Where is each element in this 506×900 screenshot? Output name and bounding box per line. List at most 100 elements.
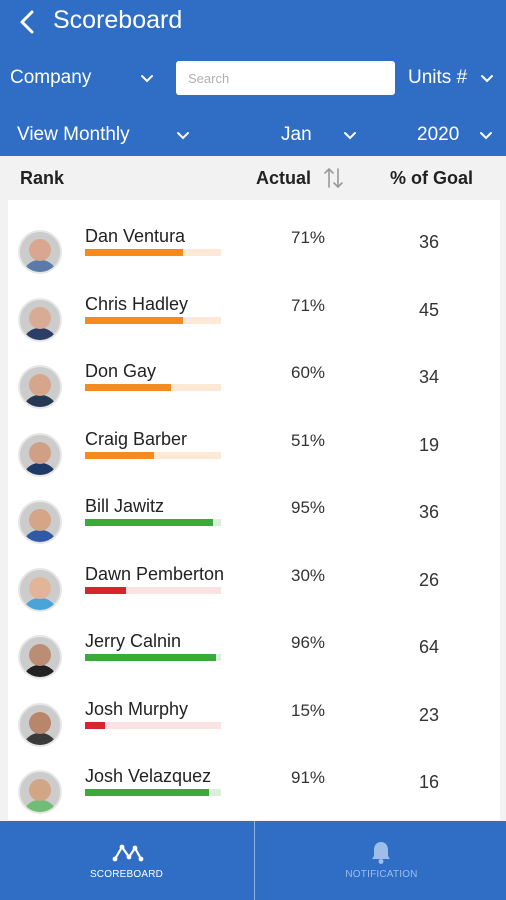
row-name: Josh Murphy — [85, 698, 189, 719]
table-row[interactable]: Josh Murphy 15% 23 — [8, 699, 500, 767]
avatar-body — [23, 665, 57, 677]
avatar — [18, 297, 62, 342]
nav-notification[interactable]: NOTIFICATION — [255, 821, 506, 900]
avatar-body — [23, 732, 57, 745]
progress-bar — [85, 451, 221, 459]
table-row[interactable]: Dawn Pemberton 30% 26 — [8, 564, 500, 632]
row-goal: 23 — [418, 704, 440, 725]
avatar — [18, 365, 62, 409]
year-dropdown[interactable]: 2020 — [417, 124, 459, 146]
avatar-body — [23, 260, 57, 272]
progress-fill — [85, 384, 171, 391]
filter-row-period: View Monthly Jan 2020 — [0, 116, 506, 154]
avatar — [18, 432, 62, 477]
avatar-face — [29, 306, 51, 329]
row-goal: 45 — [418, 299, 440, 320]
column-header-actual[interactable]: Actual — [256, 168, 311, 189]
avatar-face — [29, 644, 51, 666]
row-goal: 26 — [418, 569, 440, 590]
search-placeholder: Search — [188, 70, 230, 86]
nav-label-scoreboard: SCOREBOARD — [89, 869, 164, 880]
table-row[interactable]: Craig Barber 51% 19 — [8, 429, 500, 497]
row-goal: 16 — [418, 772, 440, 792]
scoreboard-list[interactable]: Dan Ventura 71% 36 Chris Hadley 71% 45 Don Gay… — [8, 200, 500, 820]
row-name: Chris Hadley — [85, 293, 189, 314]
row-actual: 60% — [290, 363, 326, 382]
progress-bar — [85, 586, 221, 594]
row-name: Dawn Pemberton — [85, 563, 225, 584]
nav-scoreboard[interactable]: SCOREBOARD — [0, 821, 253, 900]
view-dropdown[interactable]: View Monthly — [17, 124, 130, 146]
row-goal: 36 — [418, 232, 440, 252]
avatar — [18, 702, 62, 747]
filter-row-company: Company Search Units # — [0, 60, 506, 98]
scoreboard-graph-icon — [112, 844, 144, 862]
avatar — [18, 635, 62, 679]
avatar-body — [23, 530, 57, 542]
row-actual: 15% — [290, 700, 326, 720]
month-dropdown[interactable]: Jan — [281, 124, 312, 146]
progress-fill — [85, 721, 106, 729]
row-name: Craig Barber — [85, 428, 188, 449]
avatar-face — [29, 576, 51, 599]
bottom-nav: SCOREBOARD NOTIFICATION — [0, 821, 506, 900]
row-goal: 64 — [418, 637, 440, 657]
progress-fill — [85, 316, 183, 324]
row-name: Josh Velazquez — [85, 766, 212, 786]
progress-bar — [85, 316, 221, 324]
avatar-body — [23, 597, 57, 610]
chevron-down-icon[interactable] — [176, 131, 190, 141]
progress-fill — [85, 654, 216, 661]
chevron-down-icon[interactable] — [479, 131, 493, 141]
chevron-down-icon[interactable] — [343, 131, 357, 141]
chevron-down-icon[interactable] — [480, 74, 494, 84]
search-input[interactable]: Search — [176, 61, 395, 95]
table-row[interactable]: Bill Jawitz 95% 36 — [8, 496, 500, 564]
avatar-body — [23, 395, 57, 407]
avatar — [18, 230, 62, 274]
progress-bar — [85, 249, 221, 256]
company-dropdown[interactable]: Company — [10, 67, 91, 89]
progress-fill — [85, 249, 183, 256]
avatar-body — [23, 462, 57, 475]
row-actual: 96% — [290, 633, 326, 652]
row-actual: 91% — [290, 768, 326, 787]
row-name: Bill Jawitz — [85, 496, 165, 516]
avatar-face — [29, 239, 51, 261]
progress-bar — [85, 654, 221, 661]
chevron-left-icon[interactable] — [16, 8, 40, 36]
row-name: Jerry Calnin — [85, 631, 182, 651]
row-name: Dan Ventura — [85, 226, 186, 246]
row-name: Don Gay — [85, 361, 157, 381]
page-title: Scoreboard — [53, 6, 183, 34]
chevron-down-icon[interactable] — [140, 74, 154, 84]
row-actual: 95% — [290, 498, 326, 517]
row-goal: 36 — [418, 502, 440, 522]
avatar-face — [29, 374, 51, 396]
units-dropdown[interactable]: Units # — [408, 67, 467, 89]
progress-bar — [85, 384, 221, 391]
avatar-face — [29, 441, 51, 464]
avatar — [18, 770, 62, 814]
avatar-face — [29, 711, 51, 734]
avatar-face — [29, 509, 51, 531]
app-header: Scoreboard Company Search Units # View M… — [0, 0, 506, 156]
progress-fill — [85, 451, 155, 459]
progress-fill — [85, 519, 213, 526]
progress-bar — [85, 721, 221, 729]
table-row[interactable]: Josh Velazquez 91% 16 — [8, 766, 500, 820]
table-row[interactable]: Dan Ventura 71% 36 — [8, 226, 500, 294]
column-header-goal[interactable]: % of Goal — [390, 168, 473, 189]
app: Scoreboard Company Search Units # View M… — [0, 0, 506, 900]
table-row[interactable]: Jerry Calnin 96% 64 — [8, 631, 500, 699]
nav-label-notification: NOTIFICATION — [345, 869, 418, 880]
row-actual: 71% — [290, 228, 326, 247]
avatar — [18, 567, 62, 612]
sort-arrows-icon[interactable] — [322, 165, 346, 191]
avatar-body — [23, 327, 57, 340]
table-row[interactable]: Chris Hadley 71% 45 — [8, 294, 500, 362]
column-header-rank[interactable]: Rank — [20, 168, 64, 189]
table-row[interactable]: Don Gay 60% 34 — [8, 361, 500, 429]
progress-fill — [85, 789, 209, 796]
progress-fill — [85, 586, 126, 594]
